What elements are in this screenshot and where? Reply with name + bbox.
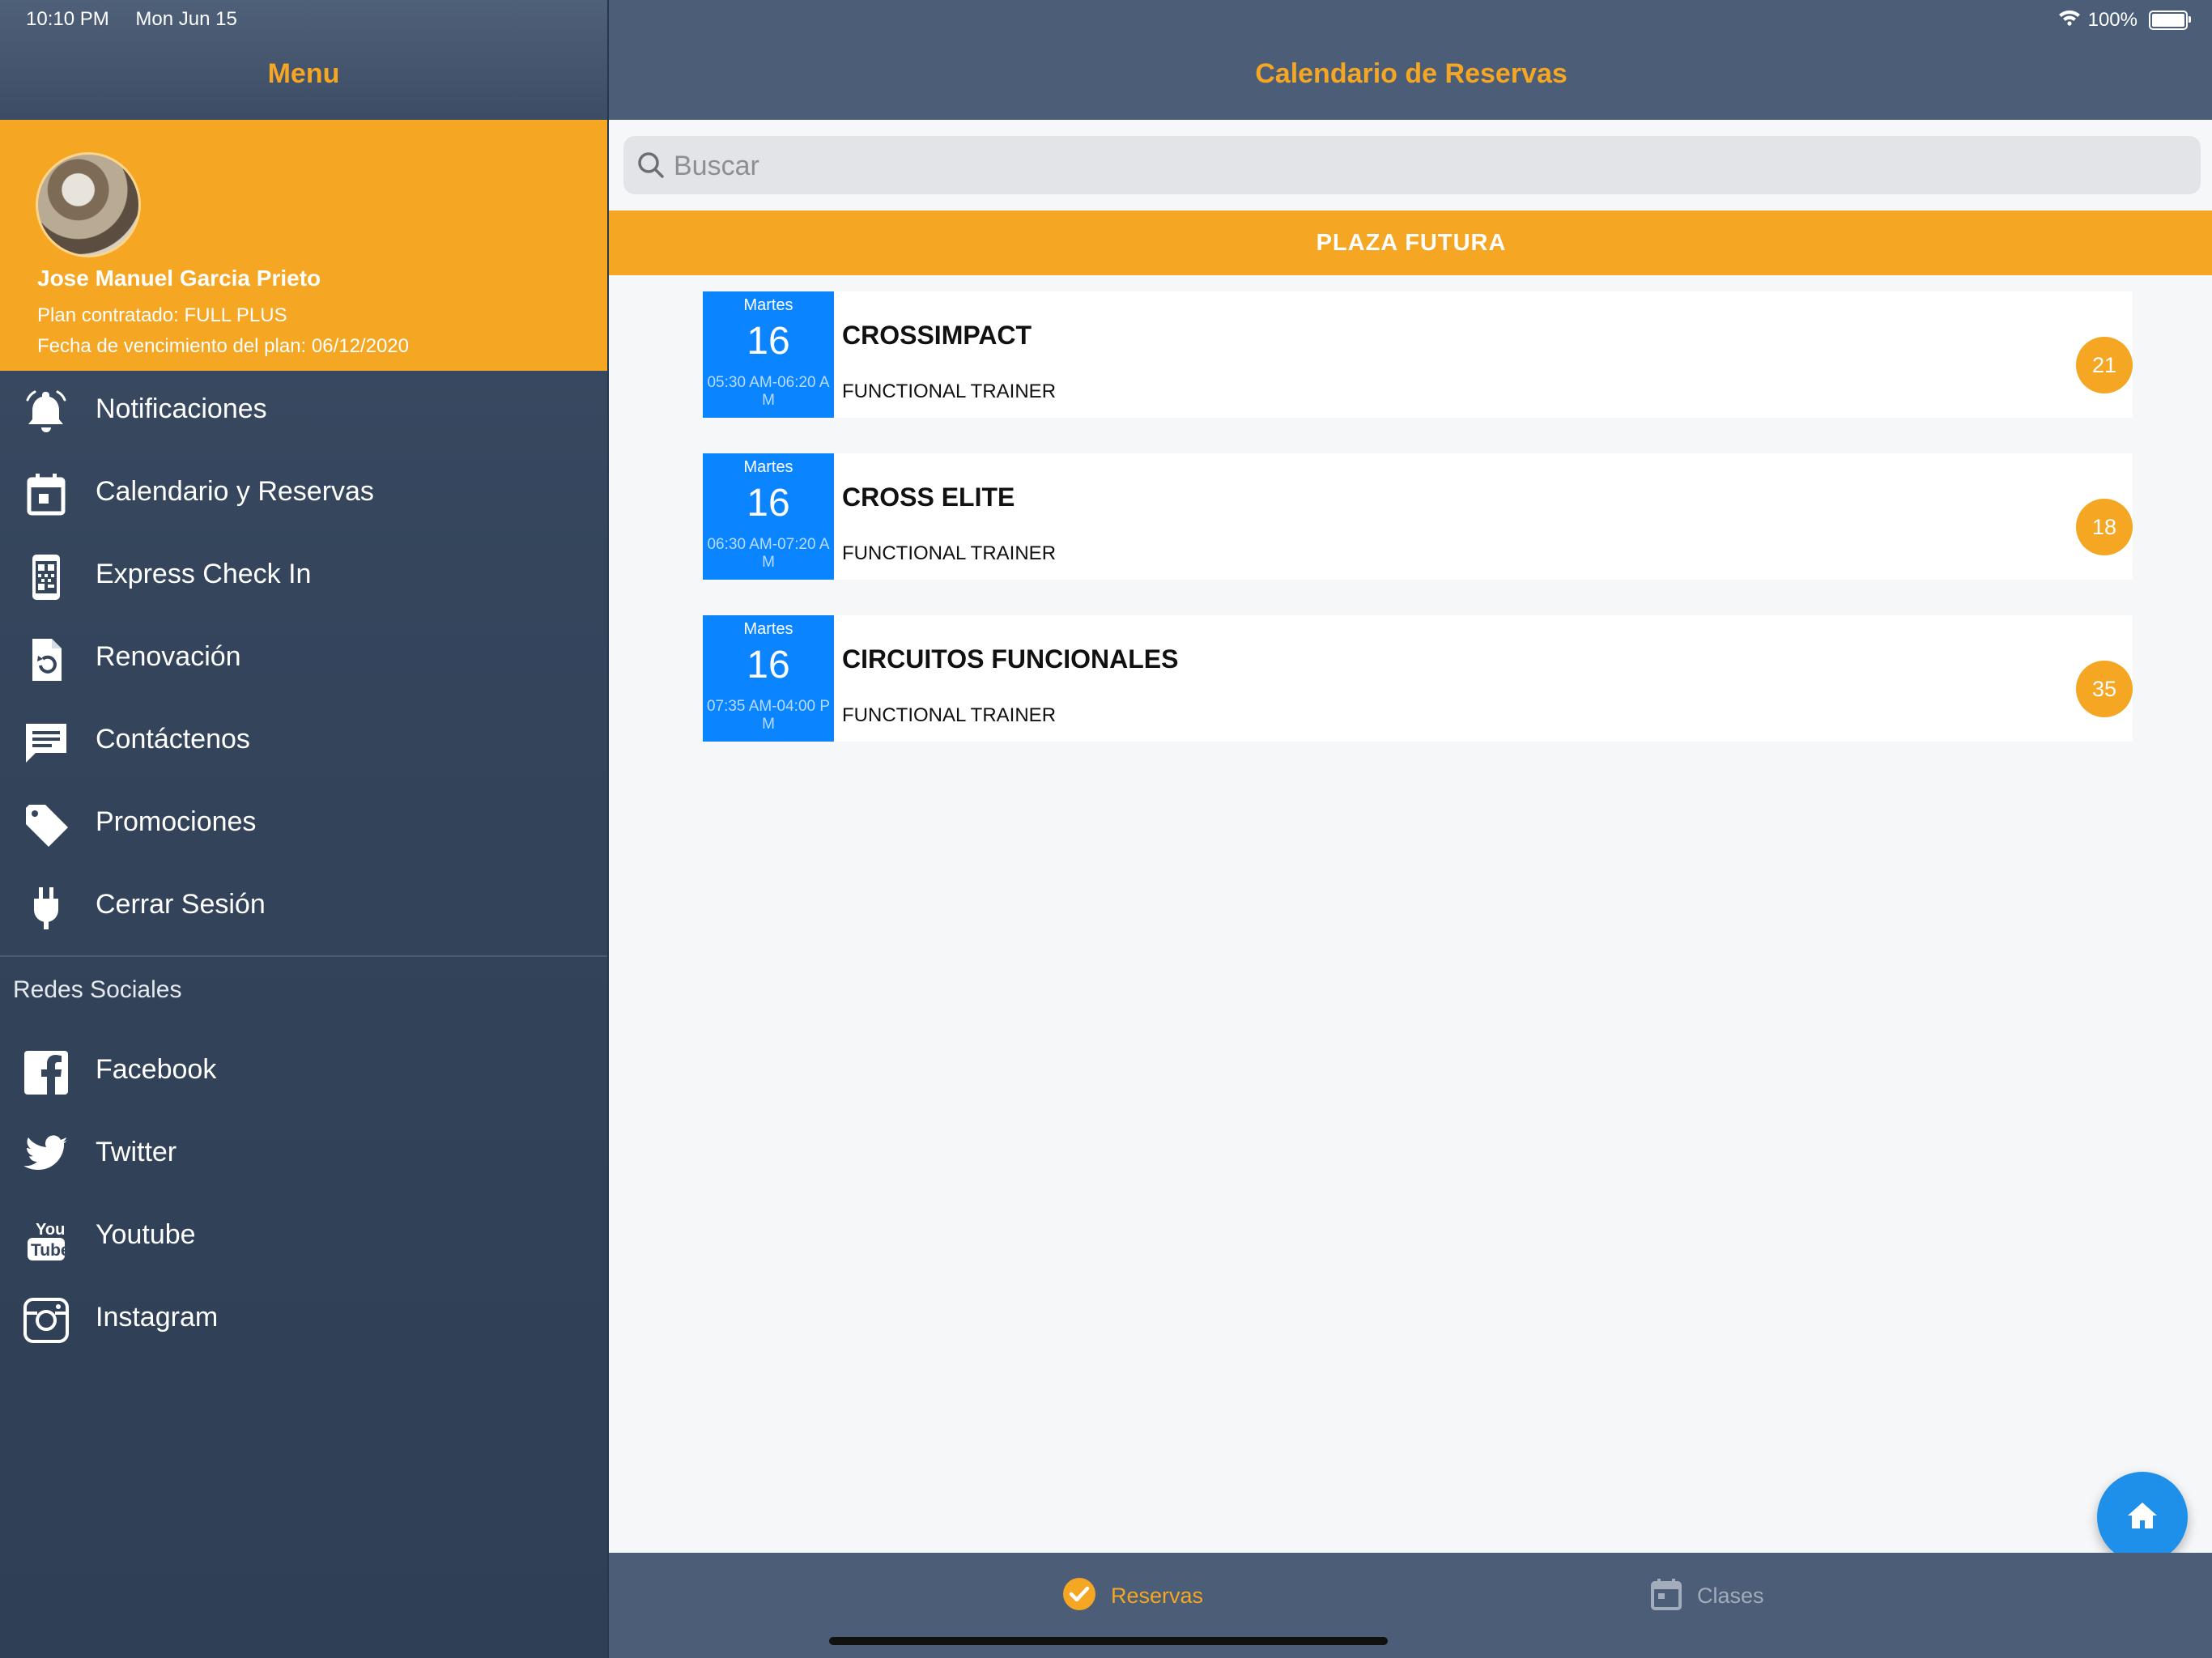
sidebar-menu: 10:10 PM Mon Jun 15 Menu Jose Manuel Gar… — [0, 0, 607, 1658]
trainer-name: FUNCTIONAL TRAINER — [842, 380, 1057, 402]
date-day: Martes — [743, 620, 793, 638]
sidebar-item-label: Renovación — [96, 641, 241, 672]
wifi-icon — [2057, 8, 2082, 32]
sidebar-item-notificaciones[interactable]: Notificaciones — [0, 371, 607, 452]
count-badge: 18 — [2076, 499, 2133, 555]
trainer-name: FUNCTIONAL TRAINER — [842, 542, 1057, 564]
check-circle-icon — [1062, 1577, 1096, 1615]
chat-icon — [21, 717, 71, 767]
section-header: PLAZA FUTURA — [609, 210, 2212, 275]
sidebar-item-cerrar-sesion[interactable]: Cerrar Sesión — [0, 866, 607, 947]
renew-document-icon — [21, 635, 71, 685]
date-number: 16 — [747, 320, 790, 363]
search-bar — [609, 120, 2212, 210]
class-card[interactable]: Martes 16 05:30 AM-06:20 AM CROSSIMPACT … — [703, 291, 2133, 418]
page-title: Calendario de Reservas — [1255, 58, 1568, 89]
count-badge: 21 — [2076, 337, 2133, 393]
sidebar-item-label: Instagram — [96, 1302, 219, 1333]
profile-expiry: Fecha de vencimiento del plan: 06/12/202… — [37, 335, 409, 357]
social-section-header: Redes Sociales — [13, 976, 182, 1003]
svg-text:You: You — [36, 1221, 65, 1239]
tab-bar: Reservas Clases — [609, 1553, 2212, 1658]
home-indicator[interactable] — [829, 1637, 1388, 1645]
class-name: CROSSIMPACT — [842, 321, 1032, 350]
home-button[interactable] — [2097, 1472, 2188, 1562]
search-input[interactable] — [672, 136, 2181, 196]
tab-label: Reservas — [1111, 1583, 1204, 1608]
home-icon — [2125, 1498, 2160, 1537]
class-card[interactable]: Martes 16 06:30 AM-07:20 AM CROSS ELITE … — [703, 453, 2133, 580]
battery-percent: 100% — [2087, 8, 2138, 31]
youtube-icon: You Tube — [21, 1213, 71, 1263]
trainer-name: FUNCTIONAL TRAINER — [842, 704, 1057, 726]
facebook-icon — [21, 1048, 71, 1098]
sidebar-item-contactenos[interactable]: Contáctenos — [0, 701, 607, 782]
date-box: Martes 16 07:35 AM-04:00 PM — [703, 615, 834, 742]
sidebar-item-label: Notificaciones — [96, 393, 267, 424]
plug-icon — [21, 882, 71, 933]
sidebar-item-renovacion[interactable]: Renovación — [0, 619, 607, 699]
menu-title: Menu — [267, 58, 340, 89]
sidebar-item-label: Facebook — [96, 1054, 217, 1085]
sidebar-divider — [0, 955, 607, 957]
time-range: 05:30 AM-06:20 AM — [707, 374, 830, 409]
class-name: CIRCUITOS FUNCIONALES — [842, 644, 1179, 674]
twitter-icon — [21, 1130, 71, 1180]
sidebar-item-facebook[interactable]: Facebook — [0, 1031, 607, 1112]
sidebar-item-twitter[interactable]: Twitter — [0, 1114, 607, 1195]
bell-icon — [21, 387, 71, 437]
tag-icon — [21, 800, 71, 850]
date-day: Martes — [743, 296, 793, 314]
status-date: Mon Jun 15 — [135, 8, 237, 30]
count-badge: 35 — [2076, 661, 2133, 717]
sidebar-item-label: Express Check In — [96, 559, 312, 589]
status-bar-left: 10:10 PM Mon Jun 15 — [26, 8, 237, 31]
class-name: CROSS ELITE — [842, 483, 1015, 512]
battery-icon — [2149, 10, 2191, 30]
tab-reservas[interactable]: Reservas — [1062, 1575, 1203, 1616]
search-box[interactable] — [623, 136, 2201, 196]
class-card[interactable]: Martes 16 07:35 AM-04:00 PM CIRCUITOS FU… — [703, 615, 2133, 742]
status-time: 10:10 PM — [26, 8, 109, 30]
search-icon — [635, 149, 667, 181]
sidebar-item-express-check-in[interactable]: Express Check In — [0, 536, 607, 617]
date-box: Martes 16 05:30 AM-06:20 AM — [703, 291, 834, 418]
tab-label: Clases — [1697, 1583, 1764, 1608]
sidebar-item-youtube[interactable]: You Tube Youtube — [0, 1197, 607, 1278]
instagram-icon — [21, 1295, 71, 1346]
profile-name: Jose Manuel Garcia Prieto — [37, 266, 321, 291]
sidebar-item-label: Youtube — [96, 1219, 196, 1250]
sidebar-item-label: Twitter — [96, 1137, 177, 1167]
time-range: 06:30 AM-07:20 AM — [707, 536, 830, 571]
sidebar-item-label: Cerrar Sesión — [96, 889, 266, 920]
calendar-icon — [21, 470, 71, 520]
section-title: PLAZA FUTURA — [1316, 229, 1507, 256]
sidebar-item-instagram[interactable]: Instagram — [0, 1279, 607, 1360]
sidebar-item-promociones[interactable]: Promociones — [0, 784, 607, 865]
main-content: 100% Calendario de Reservas PLAZA FUTURA… — [607, 0, 2212, 1658]
calendar-icon — [1650, 1577, 1682, 1615]
date-number: 16 — [747, 482, 790, 525]
profile-card[interactable]: Jose Manuel Garcia Prieto Plan contratad… — [0, 120, 607, 371]
navigation-bar: 100% Calendario de Reservas — [609, 0, 2212, 120]
profile-plan: Plan contratado: FULL PLUS — [37, 304, 287, 326]
qr-phone-icon — [21, 552, 71, 602]
date-day: Martes — [743, 458, 793, 476]
date-box: Martes 16 06:30 AM-07:20 AM — [703, 453, 834, 580]
sidebar-item-calendario[interactable]: Calendario y Reservas — [0, 453, 607, 534]
sidebar-item-label: Promociones — [96, 806, 257, 837]
avatar[interactable] — [36, 152, 141, 257]
status-bar-right: 100% — [2057, 8, 2191, 32]
svg-text:Tube: Tube — [31, 1241, 70, 1260]
date-number: 16 — [747, 644, 790, 687]
sidebar-item-label: Contáctenos — [96, 724, 250, 755]
tab-clases[interactable]: Clases — [1650, 1575, 1764, 1616]
time-range: 07:35 AM-04:00 PM — [706, 698, 831, 733]
sidebar-item-label: Calendario y Reservas — [96, 476, 374, 507]
